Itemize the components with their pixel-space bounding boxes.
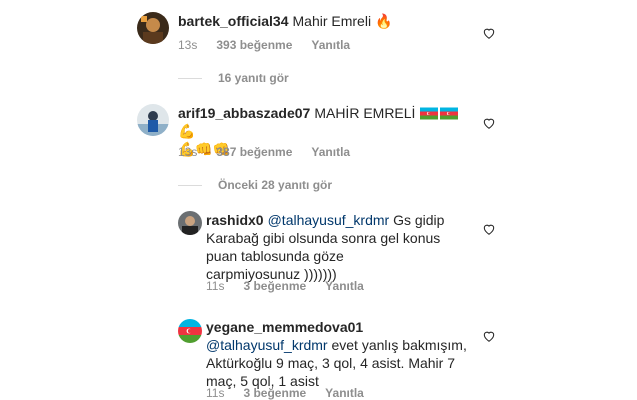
reply-body: yegane_memmedova01 @talhayusuf_krdmr eve…: [206, 318, 486, 390]
comment-text: MAHİR EMRELİ: [314, 105, 416, 121]
reply-text-line3: puan tablosunda göze: [206, 248, 344, 264]
comment-likes[interactable]: 387 beğenme: [216, 145, 292, 159]
reply-username[interactable]: yegane_memmedova01: [206, 319, 363, 335]
avatar[interactable]: [178, 211, 202, 235]
reply-likes[interactable]: 3 beğenme: [243, 386, 306, 400]
comment-likes[interactable]: 393 beğenme: [216, 38, 292, 52]
like-heart-icon[interactable]: [482, 222, 496, 236]
comment-username[interactable]: arif19_abbaszade07: [178, 105, 310, 121]
azerbaijan-flag-icon: [420, 107, 439, 120]
comment-meta: 13s 393 beğenme Yanıtla: [178, 38, 369, 52]
reply-text-line2: Aktürkoğlu 9 maç, 3 qol, 4 asist. Mahir …: [206, 355, 455, 371]
reply-mention[interactable]: @talhayusuf_krdmr: [206, 337, 328, 353]
comment-time[interactable]: 13s: [178, 38, 197, 52]
comment-username[interactable]: bartek_official34: [178, 13, 289, 29]
avatar[interactable]: [137, 12, 169, 44]
reply-button[interactable]: Yanıtla: [311, 38, 350, 52]
comment-meta: 13s 387 beğenme Yanıtla: [178, 145, 369, 159]
view-replies-label: 16 yanıtı gör: [218, 71, 289, 85]
view-replies-label: Önceki 28 yanıtı gör: [218, 178, 333, 192]
reply-time[interactable]: 11s: [206, 279, 224, 293]
reply-mention[interactable]: @talhayusuf_krdmr: [268, 212, 390, 228]
reply-likes[interactable]: 3 beğenme: [243, 279, 306, 293]
reply-text-line1: evet yanlış bakmışım,: [331, 337, 467, 353]
view-previous-replies-button[interactable]: Önceki 28 yanıtı gör: [178, 178, 332, 192]
reply-button[interactable]: Yanıtla: [325, 386, 364, 400]
view-replies-line: [178, 78, 202, 80]
reply-button[interactable]: Yanıtla: [325, 279, 364, 293]
reply-time[interactable]: 11s: [206, 386, 224, 400]
like-heart-icon[interactable]: [482, 116, 496, 130]
reply-text-line1: Gs gidip: [393, 212, 445, 228]
reply-text-line2: Karabağ gibi olsunda sonra gel konus: [206, 230, 441, 246]
fire-emoji: 🔥: [374, 13, 393, 29]
comment-text: Mahir Emreli: [292, 13, 372, 29]
view-replies-line: [178, 185, 202, 187]
reply-meta: 11s 3 beğenme Yanıtla: [206, 279, 383, 293]
avatar[interactable]: [178, 319, 202, 343]
azerbaijan-flag-icon: [440, 107, 459, 120]
flexed-biceps-emoji: 💪: [178, 123, 196, 139]
comment-time[interactable]: 13s: [178, 145, 197, 159]
view-replies-button[interactable]: 16 yanıtı gör: [178, 71, 289, 85]
reply-meta: 11s 3 beğenme Yanıtla: [206, 386, 383, 400]
avatar[interactable]: [137, 104, 169, 136]
reply-body: rashidx0 @talhayusuf_krdmr Gs gidip Karab…: [206, 211, 476, 283]
like-heart-icon[interactable]: [482, 329, 496, 343]
like-heart-icon[interactable]: [482, 26, 496, 40]
reply-username[interactable]: rashidx0: [206, 212, 264, 228]
reply-button[interactable]: Yanıtla: [311, 145, 350, 159]
comment-body: bartek_official34 Mahir Emreli 🔥: [178, 12, 468, 30]
